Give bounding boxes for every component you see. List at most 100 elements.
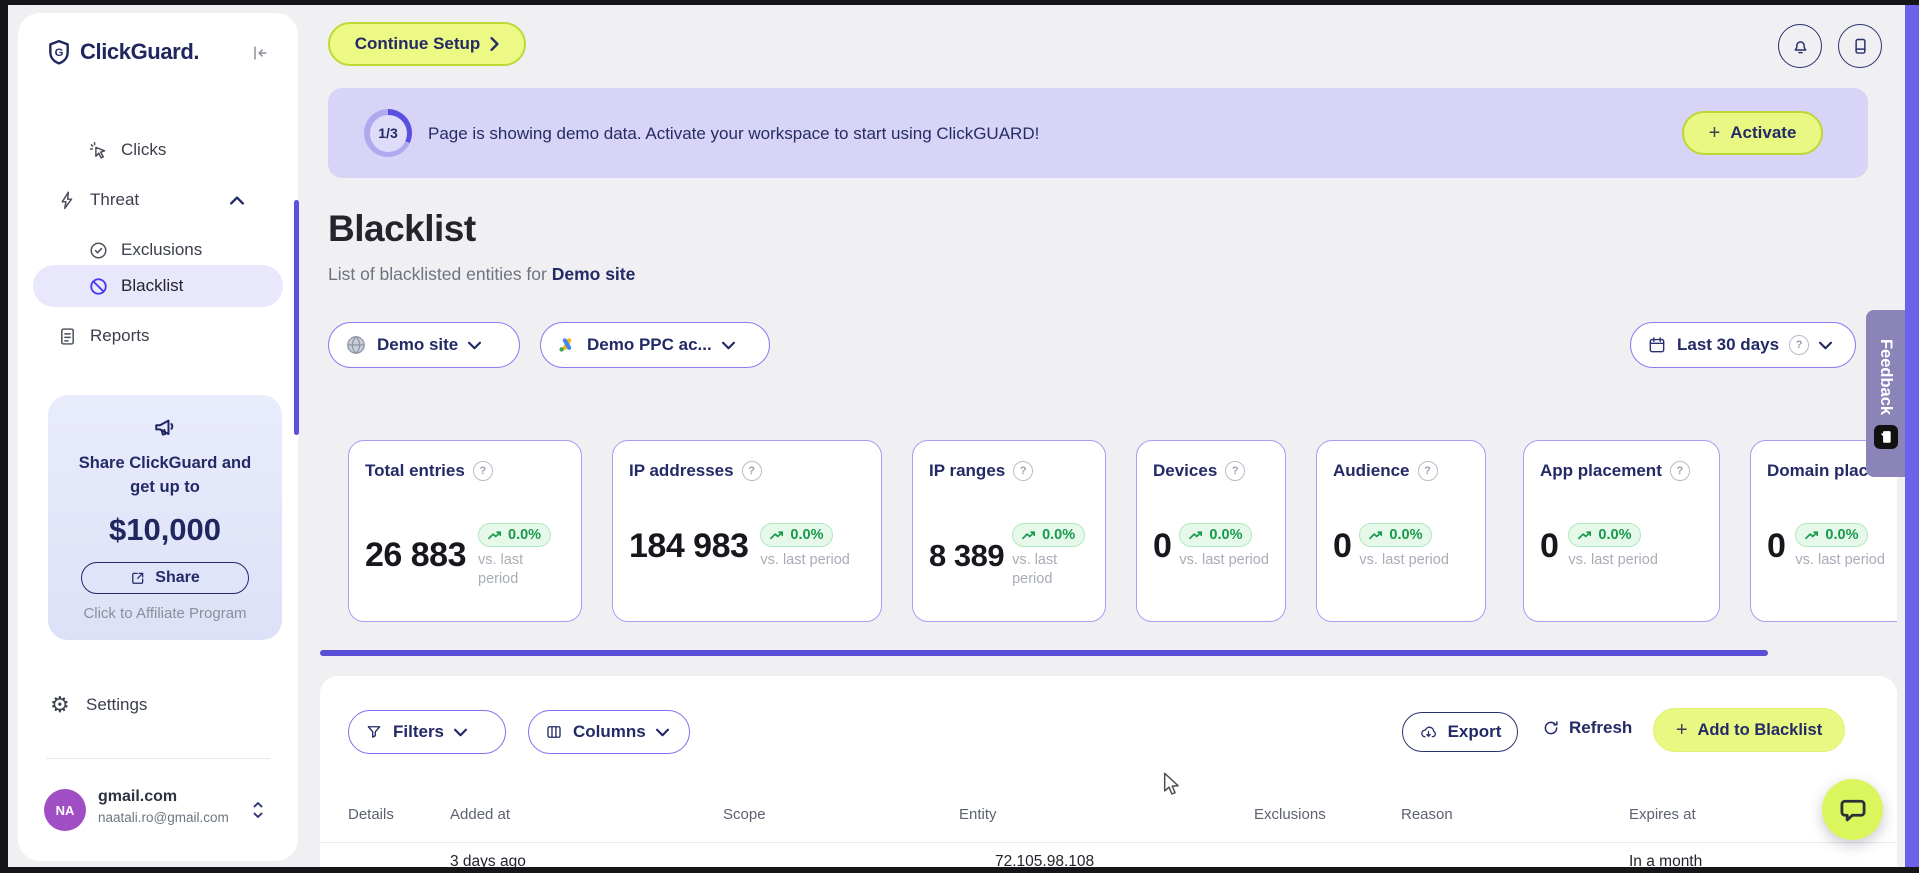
filters-button[interactable]: Filters: [348, 710, 506, 754]
ppc-account-value: Demo PPC ac...: [587, 335, 712, 354]
stat-label: IP addresses: [629, 461, 734, 480]
google-ads-icon: [557, 335, 577, 355]
sidebar-item-blacklist[interactable]: Blacklist: [18, 266, 298, 306]
brand-logo: G ClickGuard.: [46, 39, 199, 65]
sidebar: G ClickGuard. Clicks Threat Exclusions B…: [18, 13, 299, 861]
stat-delta: 0.0%: [790, 527, 824, 543]
globe-icon: [345, 334, 367, 356]
help-icon[interactable]: ?: [1669, 461, 1690, 481]
help-icon[interactable]: ?: [472, 461, 493, 481]
plus-icon: +: [1675, 719, 1688, 741]
sidebar-divider: [46, 758, 270, 759]
chevron-right-icon: [490, 37, 499, 51]
help-icon[interactable]: ?: [1417, 461, 1438, 481]
sidebar-item-threat[interactable]: Threat: [18, 180, 298, 220]
stat-vs-label: vs. last period: [1012, 552, 1058, 587]
gear-icon: ⚙: [50, 692, 70, 717]
chat-widget-button[interactable]: [1822, 779, 1883, 840]
activate-button[interactable]: + Activate: [1682, 111, 1823, 155]
stat-card-audience: Audience? 0 0.0% vs. last period: [1316, 440, 1486, 622]
feedback-tab[interactable]: Feedback: [1866, 310, 1905, 477]
page-scrollbar[interactable]: [1905, 5, 1919, 867]
trend-up-icon: [770, 530, 785, 541]
chevron-down-icon: [655, 728, 669, 737]
blacklist-table-panel: Filters Columns Export Refresh + Add to …: [320, 676, 1897, 867]
column-header-details[interactable]: Details: [348, 806, 394, 823]
stat-card-devices: Devices? 0 0.0% vs. last period: [1136, 440, 1286, 622]
stat-value: 0: [1767, 526, 1786, 565]
ban-icon: [88, 276, 109, 297]
account-name: gmail.com: [98, 788, 178, 805]
stat-delta: 0.0%: [1389, 527, 1423, 543]
filters-label: Filters: [393, 722, 445, 741]
column-header-added-at[interactable]: Added at: [450, 806, 510, 823]
mouse-cursor: [1162, 772, 1182, 796]
cards-horizontal-scrollbar[interactable]: [320, 650, 1768, 656]
stat-value: 8 389: [929, 537, 1005, 573]
sidebar-item-clicks[interactable]: Clicks: [18, 130, 298, 170]
stat-delta: 0.0%: [508, 527, 542, 543]
columns-button[interactable]: Columns: [528, 710, 690, 754]
column-header-scope[interactable]: Scope: [723, 806, 766, 823]
affiliate-promo-card[interactable]: Share ClickGuard and get up to $10,000 S…: [48, 395, 282, 640]
external-link-icon: [130, 570, 146, 586]
chat-bubble-icon: [1839, 796, 1867, 824]
column-header-exclusions[interactable]: Exclusions: [1254, 806, 1326, 823]
page-title: Blacklist: [328, 208, 476, 249]
stat-vs-label: vs. last period: [1795, 552, 1885, 568]
share-button[interactable]: Share: [81, 561, 249, 594]
setup-progress-value: 1/3: [369, 114, 407, 152]
stat-value: 0: [1333, 526, 1352, 565]
site-selector[interactable]: Demo site: [328, 322, 520, 368]
cloud-download-icon: [1419, 723, 1438, 742]
column-header-entity[interactable]: Entity: [959, 806, 997, 823]
stat-label: IP ranges: [929, 461, 1006, 480]
date-range-selector[interactable]: Last 30 days ?: [1630, 322, 1856, 368]
sidebar-item-settings[interactable]: ⚙ Settings: [18, 687, 298, 723]
refresh-button[interactable]: Refresh: [1542, 718, 1632, 738]
sidebar-item-exclusions[interactable]: Exclusions: [18, 230, 298, 270]
table-header-divider: [320, 842, 1897, 843]
stat-label: Total entries: [365, 461, 465, 480]
help-icon[interactable]: ?: [1013, 461, 1034, 481]
columns-label: Columns: [573, 722, 646, 741]
sidebar-item-label: Reports: [90, 326, 150, 345]
stat-delta: 0.0%: [1598, 527, 1632, 543]
account-switcher[interactable]: NA gmail.com naatali.ro@gmail.com: [18, 783, 298, 839]
refresh-icon: [1542, 719, 1560, 737]
help-icon[interactable]: ?: [741, 461, 762, 481]
add-to-blacklist-button[interactable]: + Add to Blacklist: [1653, 708, 1845, 752]
sidebar-item-reports[interactable]: Reports: [18, 316, 298, 356]
refresh-label: Refresh: [1569, 718, 1633, 737]
sidebar-item-label: Blacklist: [121, 276, 184, 295]
plus-icon: +: [1708, 122, 1721, 144]
stat-label: Devices: [1153, 461, 1218, 480]
continue-setup-button[interactable]: Continue Setup: [328, 22, 526, 66]
sidebar-scrollbar[interactable]: [294, 200, 299, 435]
sidebar-item-label: Clicks: [121, 140, 167, 159]
add-to-blacklist-label: Add to Blacklist: [1697, 720, 1823, 739]
cursor-click-icon: [88, 140, 109, 161]
sidebar-collapse-button[interactable]: [250, 43, 270, 63]
avatar: NA: [44, 789, 86, 831]
share-button-label: Share: [155, 568, 200, 586]
chevron-down-icon: [468, 341, 482, 350]
column-header-reason[interactable]: Reason: [1401, 806, 1453, 823]
promo-amount: $10,000: [108, 511, 222, 547]
demo-data-banner: 1/3 Page is showing demo data. Activate …: [328, 88, 1868, 178]
page-subtitle: List of blacklisted entities for Demo si…: [328, 264, 635, 285]
stat-vs-label: vs. last period: [760, 552, 850, 568]
sidebar-item-label: Threat: [90, 190, 140, 209]
export-label: Export: [1447, 722, 1502, 741]
guide-button[interactable]: [1838, 24, 1882, 68]
page-subtitle-text: List of blacklisted entities for: [328, 264, 552, 284]
notifications-button[interactable]: [1778, 24, 1822, 68]
window-frame-bottom: [0, 867, 1919, 873]
stat-vs-label: vs. last period: [1359, 552, 1449, 568]
stat-card-total-entries: Total entries? 26 883 0.0% vs. last peri…: [348, 440, 582, 622]
column-header-expires-at[interactable]: Expires at: [1629, 806, 1696, 823]
help-icon[interactable]: ?: [1225, 461, 1246, 481]
filter-funnel-icon: [365, 723, 383, 741]
ppc-account-selector[interactable]: Demo PPC ac...: [540, 322, 770, 368]
export-button[interactable]: Export: [1402, 712, 1518, 752]
